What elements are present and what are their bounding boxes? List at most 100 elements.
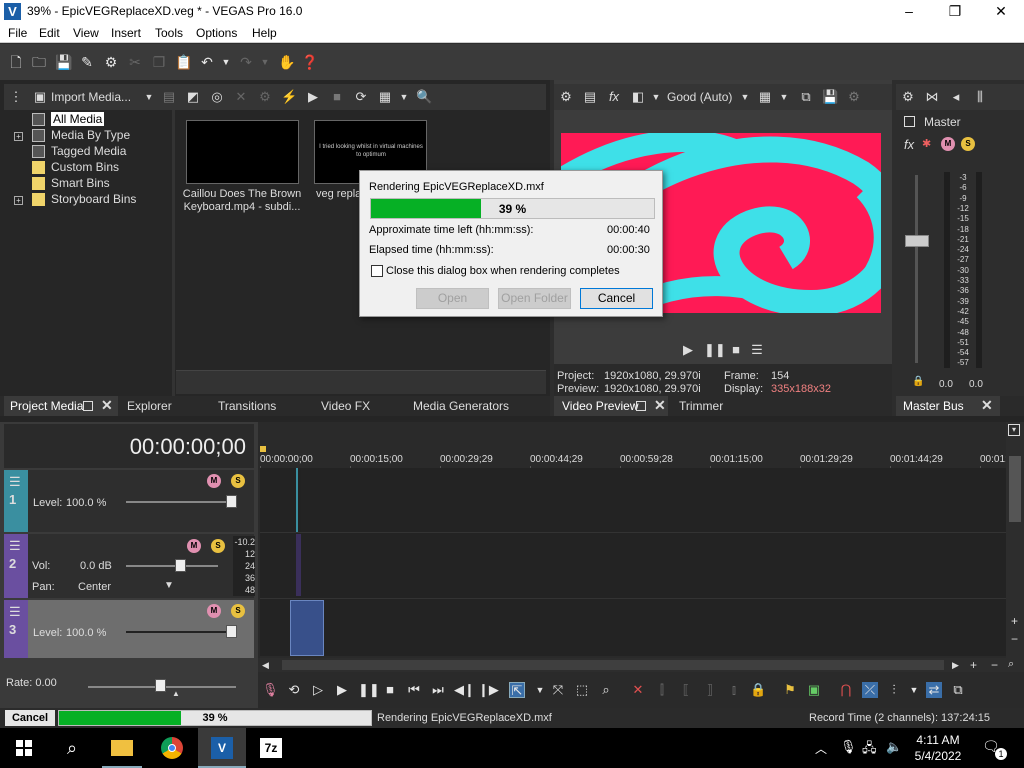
ignore-grouping-icon[interactable]: ⧉ — [950, 682, 966, 698]
solo-icon[interactable]: S — [211, 539, 225, 553]
views-dropdown-icon[interactable]: ▼ — [396, 89, 412, 105]
open-folder-button[interactable]: Open Folder — [498, 288, 571, 309]
start-button[interactable] — [0, 728, 48, 768]
tab-transitions[interactable]: Transitions — [218, 399, 276, 413]
menu-options[interactable]: Options — [196, 26, 237, 40]
menu-insert[interactable]: Insert — [111, 26, 141, 40]
close-on-complete-label[interactable]: Close this dialog box when rendering com… — [386, 265, 620, 277]
close-tab-icon[interactable]: ✕ — [981, 397, 993, 414]
zoom-edit-tool-icon[interactable]: ⌕ — [598, 682, 614, 698]
import-media-icon[interactable]: ▣ — [32, 89, 48, 105]
tab-master-bus[interactable]: Master Bus — [903, 399, 964, 413]
mute-icon[interactable]: M — [207, 474, 221, 488]
envelope-tool-icon[interactable]: ⤧ — [550, 682, 566, 698]
redo-icon[interactable]: ↷ — [238, 54, 254, 70]
microphone-icon[interactable]: 🎙 — [840, 739, 857, 755]
show-hidden-icons-icon[interactable]: ︿ — [815, 740, 827, 757]
lock-icon[interactable]: 🔒 — [912, 376, 924, 387]
menu-view[interactable]: View — [73, 26, 99, 40]
preview-stop-icon[interactable]: ■ — [728, 342, 744, 358]
preview-settings-gear-icon[interactable]: ⚙ — [558, 89, 574, 105]
track-2-header[interactable]: ☰ 2 M S Vol: 0.0 dB Pan: Center ▼ -10.2 … — [4, 534, 255, 598]
bus-routing-icon[interactable]: ⋈ — [924, 89, 940, 105]
play-from-start-icon[interactable]: ▷ — [310, 682, 326, 698]
master-fader-handle[interactable] — [905, 235, 929, 247]
save-icon[interactable]: 💾 — [55, 54, 72, 70]
rate-reset-icon[interactable]: ▲ — [172, 689, 180, 698]
search-icon[interactable]: 🔍 — [416, 89, 432, 105]
save-as-icon[interactable]: ✎ — [79, 54, 95, 70]
zoom-in-icon[interactable]: + — [970, 658, 977, 672]
preview-device-icon[interactable]: ▤ — [582, 89, 598, 105]
undock-icon[interactable] — [636, 401, 646, 411]
render-icon[interactable]: ✋ — [278, 54, 295, 70]
new-file-icon[interactable]: 🗋 — [8, 54, 24, 70]
import-dropdown-icon[interactable]: ▼ — [141, 89, 157, 105]
previous-frame-icon[interactable]: ◀❙ — [454, 682, 475, 698]
tab-project-media[interactable]: Project Media — [10, 399, 83, 413]
rate-slider-handle[interactable] — [155, 679, 166, 692]
cut-icon[interactable]: ✂ — [127, 54, 143, 70]
media-scrollbar[interactable] — [176, 370, 546, 394]
zoom-in-vertical-icon[interactable]: + — [1011, 614, 1018, 628]
volume-icon[interactable]: 🔈 — [886, 739, 902, 755]
delete-icon[interactable]: ✕ — [630, 682, 646, 698]
lock-event-icon[interactable]: 🔒 — [750, 682, 766, 698]
vol-slider-handle[interactable] — [175, 559, 186, 572]
trim-start-icon[interactable]: ⟦ — [678, 682, 694, 698]
close-tab-icon[interactable]: ✕ — [101, 397, 113, 414]
views-icon[interactable]: ▦ — [377, 89, 393, 105]
mute-icon[interactable]: M — [207, 604, 221, 618]
chrome-button[interactable] — [148, 728, 196, 768]
preview-play-icon[interactable]: ▶ — [680, 342, 696, 358]
search-icon[interactable]: ⌕ — [48, 728, 96, 768]
downmix-icon[interactable]: ◂ — [948, 89, 964, 105]
copy-icon[interactable]: ❐ — [151, 54, 167, 70]
paste-icon[interactable]: 📋 — [175, 54, 192, 70]
zoom-out-icon[interactable]: − — [991, 658, 998, 672]
audio-event[interactable] — [296, 534, 301, 596]
master-bypass-icon[interactable] — [904, 116, 915, 127]
master-fx-icon[interactable]: fx — [904, 137, 914, 152]
import-media-button[interactable]: Import Media... — [51, 90, 131, 104]
menu-edit[interactable]: Edit — [39, 26, 60, 40]
open-folder-icon[interactable]: 🗀 — [31, 54, 47, 70]
track-menu-icon[interactable]: ☰ — [9, 538, 21, 554]
time-ruler[interactable]: 00:00:00;00 00:00:15;00 00:00:29;29 00:00:4… — [258, 452, 1013, 656]
go-to-end-icon[interactable]: ⏭ — [430, 682, 446, 698]
settings-gear-icon[interactable]: ⚙ — [103, 54, 119, 70]
quality-dropdown-icon[interactable]: ▼ — [737, 89, 753, 105]
cancel-status-button[interactable]: Cancel — [5, 710, 55, 726]
track-1-header[interactable]: ☰ 1 M S Level: 100.0 % — [4, 470, 254, 532]
remove-media-icon[interactable]: ✕ — [233, 89, 249, 105]
pan-handle[interactable]: ▼ — [164, 580, 174, 591]
selection-tool-icon[interactable]: ⬚ — [574, 682, 590, 698]
ripple-dropdown-icon[interactable]: ▼ — [906, 682, 922, 698]
track-menu-icon[interactable]: ☰ — [9, 474, 21, 490]
overlays-dropdown-icon[interactable]: ▼ — [776, 89, 792, 105]
auto-ripple-icon[interactable]: ⫶ — [886, 682, 902, 698]
copy-snapshot-icon[interactable]: ⧉ — [798, 89, 814, 105]
mute-icon[interactable]: M — [187, 539, 201, 553]
file-explorer-button[interactable] — [98, 728, 146, 768]
help-icon[interactable]: ❓ — [301, 54, 318, 70]
solo-icon[interactable]: S — [231, 604, 245, 618]
insert-marker-icon[interactable]: ⚑ — [782, 682, 798, 698]
auto-crossfade-icon[interactable]: ⤫ — [862, 682, 878, 698]
menu-help[interactable]: Help — [252, 26, 277, 40]
horizontal-scroll-thumb[interactable] — [282, 660, 944, 670]
level-slider-handle[interactable] — [226, 495, 237, 508]
tab-video-fx[interactable]: Video FX — [321, 399, 370, 413]
close-button[interactable]: ✕ — [978, 0, 1024, 24]
solo-icon[interactable]: S — [231, 474, 245, 488]
master-settings-icon[interactable]: ⚙ — [900, 89, 916, 105]
play-icon[interactable]: ▶ — [334, 682, 350, 698]
7zip-button[interactable]: 7z — [248, 728, 296, 768]
preview-menu-icon[interactable]: ☰ — [749, 342, 765, 358]
get-media-icon[interactable]: ◩ — [185, 89, 201, 105]
normal-edit-tool-icon[interactable]: ⇱ — [509, 682, 525, 698]
media-fx-icon[interactable]: ⚙ — [257, 89, 273, 105]
undo-icon[interactable]: ↶ — [199, 54, 215, 70]
stop-icon[interactable]: ■ — [382, 682, 398, 698]
tab-video-preview[interactable]: Video Preview — [562, 399, 639, 413]
